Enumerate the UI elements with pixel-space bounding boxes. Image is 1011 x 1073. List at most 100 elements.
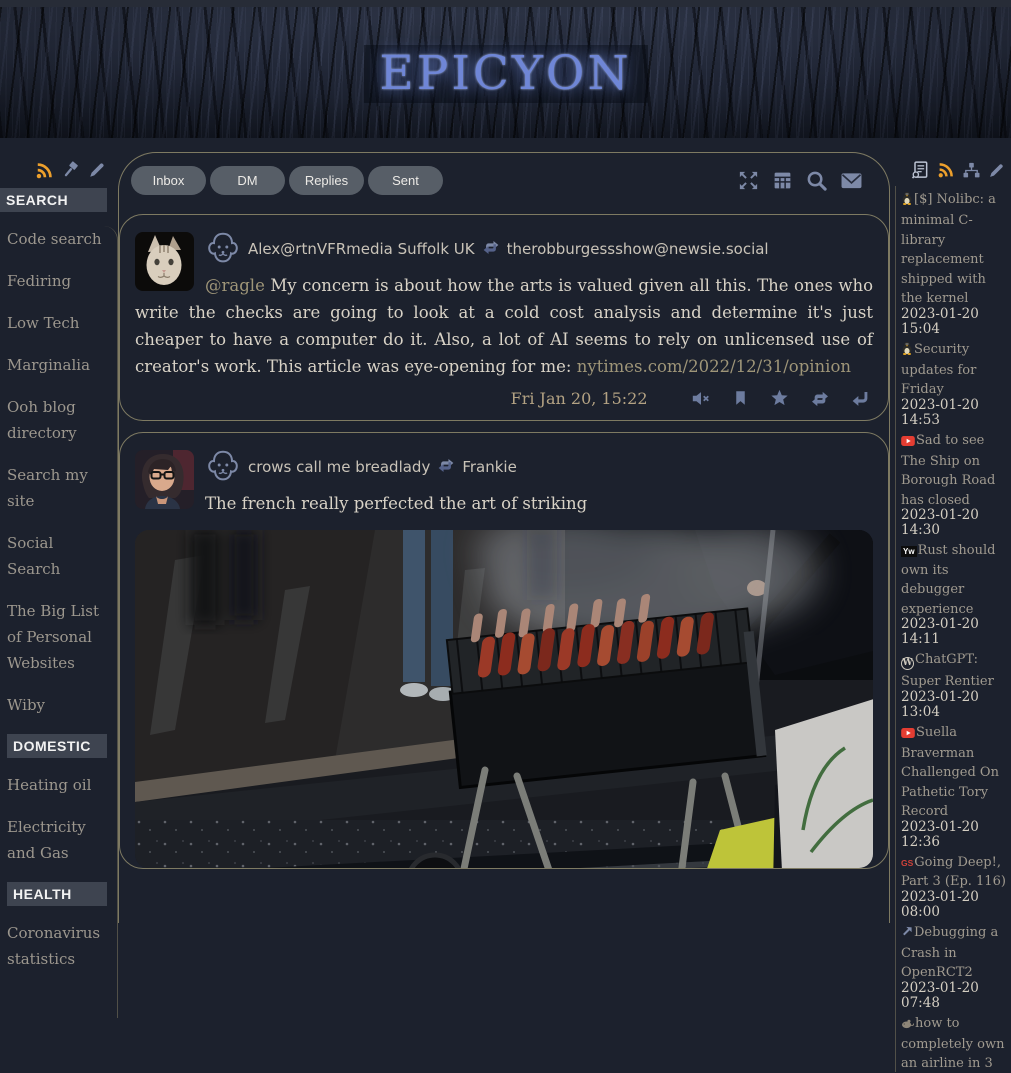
sidebar-link-social-search[interactable]: Social Search (7, 530, 107, 582)
tab-dm[interactable]: DM (210, 166, 285, 195)
post-attachment-image[interactable] (135, 530, 873, 868)
boost-icon (482, 240, 500, 259)
news-link[interactable]: [$] Nolibc: a minimal C-library replacem… (901, 192, 996, 306)
repeat-icon[interactable] (810, 391, 830, 407)
news-link[interactable]: how to completely own an airline in 3 (901, 1016, 1005, 1072)
star-icon[interactable] (770, 389, 789, 407)
epicyon-app: EPICYON SEARCH Code search Fediring Low … (0, 0, 1011, 902)
sidebar-link-coronavirus-statistics[interactable]: Coronavirus statistics (7, 920, 107, 972)
rat-icon (901, 1014, 914, 1033)
post-author[interactable]: Alex@rtnVFRmedia Suffolk UK (248, 240, 475, 258)
sidebar-link-low-tech[interactable]: Low Tech (7, 310, 107, 336)
sidebar-link-search-my-site[interactable]: Search my site (7, 462, 107, 514)
external-arrow-icon (901, 923, 913, 942)
tux-icon (901, 340, 913, 359)
news-item: GSGoing Deep!, Part 3 (Ep. 116) 2023-01-… (901, 851, 1009, 920)
timeline-column: Inbox DM Replies Sent (118, 138, 890, 923)
newswire-list: [$] Nolibc: a minimal C-library replacem… (895, 186, 1011, 1072)
sidebar-link-heating-oil[interactable]: Heating oil (7, 772, 107, 798)
news-date: 2023-01-20 12:36 (901, 820, 1009, 850)
news-date: 2023-01-20 14:30 (901, 508, 1009, 538)
news-date: 2023-01-20 07:48 (901, 981, 1009, 1011)
hammer-icon[interactable] (61, 160, 81, 180)
post-body: @ragle My concern is about how the arts … (135, 272, 873, 380)
news-icon[interactable] (910, 160, 930, 180)
sitemap-icon[interactable] (962, 161, 981, 180)
section-header-domestic: DOMESTIC (7, 734, 107, 758)
profile-banner[interactable]: EPICYON (0, 7, 1011, 138)
sidebar-link-wiby[interactable]: Wiby (7, 692, 107, 718)
top-strip (0, 0, 1011, 7)
person-dog-icon[interactable] (205, 447, 241, 487)
person-dog-icon[interactable] (205, 229, 241, 269)
post-body: The french really perfected the art of s… (135, 490, 873, 517)
news-link[interactable]: Sad to see The Ship on Borough Road has … (901, 433, 995, 508)
avatar[interactable] (135, 232, 194, 291)
tab-sent[interactable]: Sent (368, 166, 443, 195)
post-announcer[interactable]: therobburgessshow@newsie.social (507, 240, 769, 258)
news-item: YwRust should own its debugger experienc… (901, 539, 1009, 647)
mute-icon[interactable] (691, 390, 711, 407)
youtube-icon (901, 723, 915, 742)
news-date: 2023-01-20 08:00 (901, 890, 1009, 920)
post-announcer[interactable]: Frankie (462, 458, 517, 476)
post-author[interactable]: crows call me breadlady (248, 458, 430, 476)
pen-icon[interactable] (88, 161, 106, 179)
tab-replies[interactable]: Replies (289, 166, 364, 195)
post-timestamp[interactable]: Fri Jan 20, 15:22 (511, 389, 648, 408)
news-link[interactable]: ChatGPT: Super Rentier (901, 652, 994, 689)
yw-favicon: Yw (901, 546, 917, 557)
timeline-container: Inbox DM Replies Sent (118, 152, 890, 923)
newswire-column: [$] Nolibc: a minimal C-library replacem… (890, 138, 1011, 1073)
table-icon[interactable] (772, 170, 793, 191)
news-date: 2023-01-20 14:53 (901, 398, 1009, 428)
sidebar-link-ooh-blog-directory[interactable]: Ooh blog directory (7, 394, 107, 446)
sidebar-link-marginalia[interactable]: Marginalia (7, 352, 107, 378)
expand-icon[interactable] (737, 169, 760, 192)
instance-title[interactable]: EPICYON (363, 45, 647, 103)
sidebar-link-electricity-and-gas[interactable]: Electricity and Gas (7, 814, 107, 866)
post-header: Alex@rtnVFRmedia Suffolk UK therobburges… (205, 232, 873, 266)
avatar[interactable] (135, 450, 194, 509)
news-date: 2023-01-20 14:11 (901, 617, 1009, 647)
gs-favicon: GS (901, 858, 913, 868)
reply-icon[interactable] (851, 390, 869, 407)
pen-icon[interactable] (988, 162, 1005, 179)
rss-icon[interactable] (937, 161, 955, 179)
mention-link[interactable]: @ragle (205, 276, 265, 295)
boost-icon (437, 458, 455, 477)
news-item: Suella Braverman Challenged On Pathetic … (901, 721, 1009, 850)
envelope-icon[interactable] (840, 171, 863, 190)
post-text: The french really perfected the art of s… (205, 494, 587, 513)
post-card: Alex@rtnVFRmedia Suffolk UK therobburges… (119, 214, 889, 421)
tux-icon (901, 190, 913, 209)
news-item: Sad to see The Ship on Borough Road has … (901, 429, 1009, 539)
youtube-icon (901, 431, 915, 450)
news-item: how to completely own an airline in 3 (901, 1012, 1009, 1072)
news-link[interactable]: Debugging a Crash in OpenRCT2 (901, 925, 998, 981)
news-item: [$] Nolibc: a minimal C-library replacem… (901, 188, 1009, 337)
news-item: Security updates for Friday 2023-01-20 1… (901, 338, 1009, 428)
timeline-tabs: Inbox DM Replies Sent (119, 153, 889, 203)
bookmark-icon[interactable] (732, 389, 749, 407)
news-date: 2023-01-20 13:04 (901, 690, 1009, 720)
post-footer: Fri Jan 20, 15:22 (135, 389, 873, 408)
news-date: 2023-01-20 15:04 (901, 307, 1009, 337)
left-links-body: Code search Fediring Low Tech Marginalia… (0, 226, 118, 1018)
search-icon[interactable] (805, 169, 828, 192)
left-links-column: SEARCH Code search Fediring Low Tech Mar… (0, 138, 118, 1018)
sidebar-link-fediring[interactable]: Fediring (7, 268, 107, 294)
rss-icon[interactable] (35, 161, 54, 180)
news-link[interactable]: Going Deep!, Part 3 (Ep. 116) (901, 855, 1006, 890)
tab-inbox[interactable]: Inbox (131, 166, 206, 195)
article-link[interactable]: nytimes.com/2022/12/31/opinion (577, 357, 851, 376)
post-card: crows call me breadlady Frankie The fren… (119, 432, 889, 869)
news-link[interactable]: Suella Braverman Challenged On Pathetic … (901, 725, 999, 820)
sidebar-link-big-list-personal-websites[interactable]: The Big List of Personal Websites (7, 598, 107, 676)
wordpress-icon: W (901, 657, 914, 670)
post-header: crows call me breadlady Frankie (205, 450, 873, 484)
sidebar-link-code-search[interactable]: Code search (7, 226, 107, 252)
section-header-health: HEALTH (7, 882, 107, 906)
news-item: Debugging a Crash in OpenRCT2 2023-01-20… (901, 921, 1009, 1011)
news-item: WChatGPT: Super Rentier 2023-01-20 13:04 (901, 648, 1009, 720)
